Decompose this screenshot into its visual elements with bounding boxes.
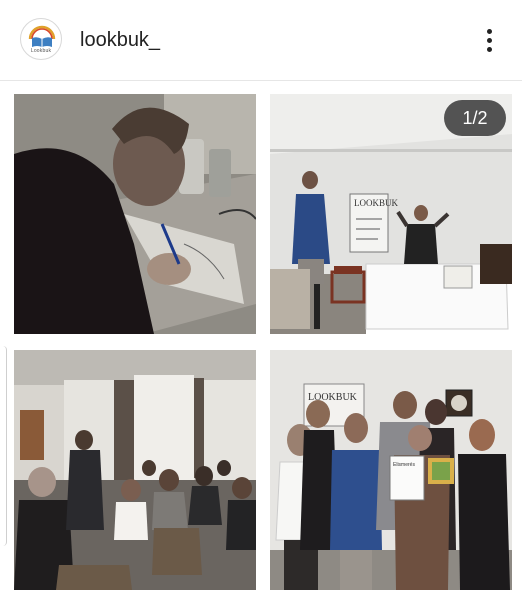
photo-image: LOOKBUK Elismerés <box>270 350 512 590</box>
more-vertical-icon[interactable] <box>476 24 504 58</box>
side-panel-edge <box>0 346 7 546</box>
post-header: Lookbuk lookbuk_ <box>0 0 522 81</box>
photo-image <box>14 350 256 590</box>
carousel-counter-badge: 1/2 <box>444 100 506 136</box>
photo-image <box>14 94 256 334</box>
avatar-caption: Lookbuk <box>30 48 52 54</box>
photo-woman-writing[interactable] <box>14 94 256 334</box>
photo-audience[interactable] <box>14 350 256 590</box>
avatar[interactable]: Lookbuk <box>20 18 62 60</box>
certificate-text: Elismerés <box>393 462 415 468</box>
board-text: LOOKBUK <box>354 198 398 208</box>
username[interactable]: lookbuk_ <box>80 29 160 52</box>
photo-group-certificate[interactable]: LOOKBUK Elismerés <box>270 350 512 590</box>
